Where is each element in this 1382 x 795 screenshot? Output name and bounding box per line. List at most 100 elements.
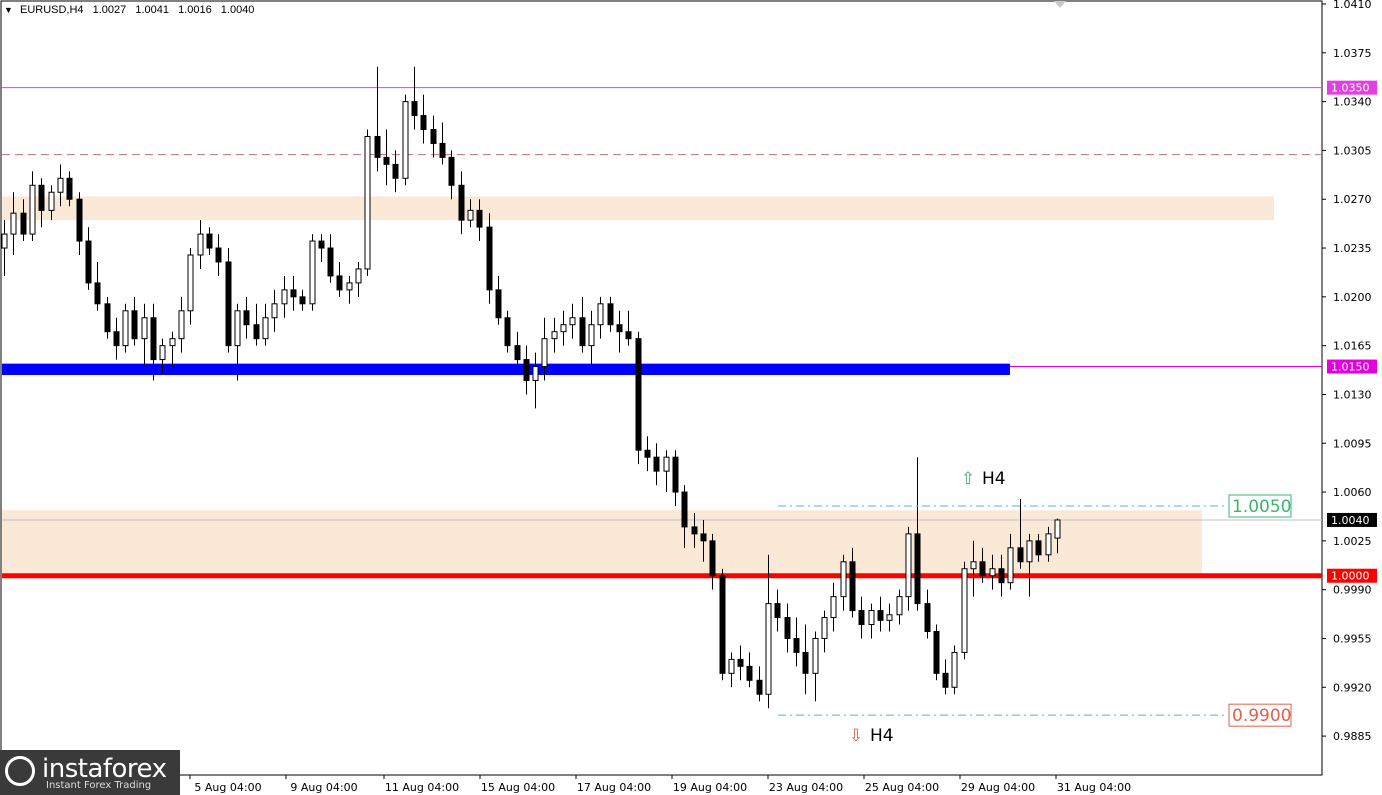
candle-body <box>104 303 111 333</box>
candle-body <box>728 658 735 674</box>
target-price-label: 1.0050 <box>1232 497 1291 517</box>
candle-body <box>383 156 390 165</box>
candle-body <box>821 617 828 639</box>
candle-body <box>737 658 744 667</box>
y-tick-label: 1.0270 <box>1333 193 1372 206</box>
current-price-label: 1.0040 <box>1331 514 1370 527</box>
candle-body <box>281 289 288 305</box>
candle-body <box>504 317 511 347</box>
candle-body <box>924 603 931 632</box>
close-value: 1.0040 <box>220 4 255 16</box>
y-tick-label: 1.0025 <box>1333 535 1372 548</box>
y-tick-label: 1.0305 <box>1333 144 1372 157</box>
x-tick-label: 25 Aug 04:00 <box>865 781 939 794</box>
candle-body <box>467 209 474 221</box>
candle-body <box>364 135 371 270</box>
candle-body <box>746 665 753 681</box>
candle-body <box>430 129 437 144</box>
candle-body <box>411 101 418 117</box>
zone-rect <box>2 196 1274 221</box>
candle-body <box>868 610 875 626</box>
candle-body <box>551 331 558 340</box>
y-tick-label: 1.0060 <box>1333 486 1372 499</box>
candle-body <box>793 637 800 653</box>
candle-body <box>569 317 576 326</box>
candle-body <box>802 651 809 674</box>
y-tick-label: 0.9885 <box>1333 730 1372 743</box>
candle-body <box>896 596 903 616</box>
y-tick-label: 1.0095 <box>1333 437 1372 450</box>
candle-body <box>849 561 856 612</box>
candle-body <box>653 456 660 472</box>
candle-body <box>131 310 138 340</box>
dropdown-triangle-icon[interactable]: ▼ <box>4 5 13 15</box>
candle-body <box>812 637 819 674</box>
candle-body <box>681 491 688 528</box>
low-value: 1.0016 <box>178 4 212 16</box>
candle-body <box>215 247 222 263</box>
candle-body <box>169 338 176 347</box>
candle-body <box>141 317 148 340</box>
candle-body <box>66 177 73 200</box>
x-tick-label: 17 Aug 04:00 <box>577 781 651 794</box>
candle-body <box>709 540 716 577</box>
candle-body <box>597 303 604 326</box>
candle-body <box>644 449 651 458</box>
candle-body <box>113 331 120 347</box>
candle-body <box>48 191 55 211</box>
target-price-label: 0.9900 <box>1232 706 1291 726</box>
candle-body <box>318 240 325 249</box>
candle-body <box>858 610 865 626</box>
candle-body <box>187 254 194 312</box>
candle-body <box>961 568 968 653</box>
y-tick-label: 1.0340 <box>1333 96 1372 109</box>
high-value: 1.0041 <box>135 4 169 16</box>
candle-body <box>38 184 45 211</box>
x-tick-label: 15 Aug 04:00 <box>481 781 555 794</box>
y-tick-label: 1.0410 <box>1333 0 1372 11</box>
candle-body <box>1017 547 1024 563</box>
candle-body <box>616 324 623 333</box>
x-tick-label: 9 Aug 04:00 <box>290 781 357 794</box>
y-tick-label: 0.9955 <box>1333 632 1372 645</box>
candle-body <box>94 282 101 305</box>
x-tick-label: 19 Aug 04:00 <box>673 781 747 794</box>
y-tick-label: 1.0375 <box>1333 47 1372 60</box>
price-chart[interactable]: 1.0350 1.0150 1.0000 1.0410 1.0375 1.0340 1.0… <box>0 0 1382 795</box>
candle-body <box>719 575 726 674</box>
candle-body <box>150 317 157 361</box>
x-tick-label: 31 Aug 04:00 <box>1057 781 1131 794</box>
candle-body <box>1054 519 1061 539</box>
candle-body <box>458 184 465 221</box>
candle-body <box>830 596 837 619</box>
candle-body <box>1035 540 1042 556</box>
candle-body <box>206 233 213 249</box>
candle-body <box>541 338 548 368</box>
symbol-label: EURUSD,H4 <box>19 4 84 16</box>
y-tick-label: 1.0165 <box>1333 340 1372 353</box>
y-tick-label: 0.9990 <box>1333 584 1372 597</box>
candle-body <box>979 561 986 577</box>
candle-body <box>560 324 567 333</box>
candle-body <box>57 177 64 193</box>
candle-body <box>635 338 642 451</box>
candle-body <box>784 617 791 639</box>
candle-body <box>346 282 353 291</box>
plot-area <box>0 0 1323 776</box>
candle-body <box>402 101 409 179</box>
candle-body <box>355 268 362 284</box>
candle-body <box>691 526 698 535</box>
target-timeframe-label: H4 <box>870 726 894 746</box>
candle-body <box>225 261 232 347</box>
candle-body <box>76 198 83 242</box>
candle-body <box>1007 547 1014 584</box>
candle-body <box>327 247 334 277</box>
x-tick-label: 23 Aug 04:00 <box>769 781 843 794</box>
open-value: 1.0027 <box>92 4 127 16</box>
candle-body <box>700 533 707 542</box>
arrow-up-icon: ⇧ <box>961 469 975 489</box>
candle-body <box>774 603 781 619</box>
candle-body <box>420 115 427 131</box>
candle-body <box>336 275 343 291</box>
level-label: 1.0150 <box>1331 361 1370 374</box>
